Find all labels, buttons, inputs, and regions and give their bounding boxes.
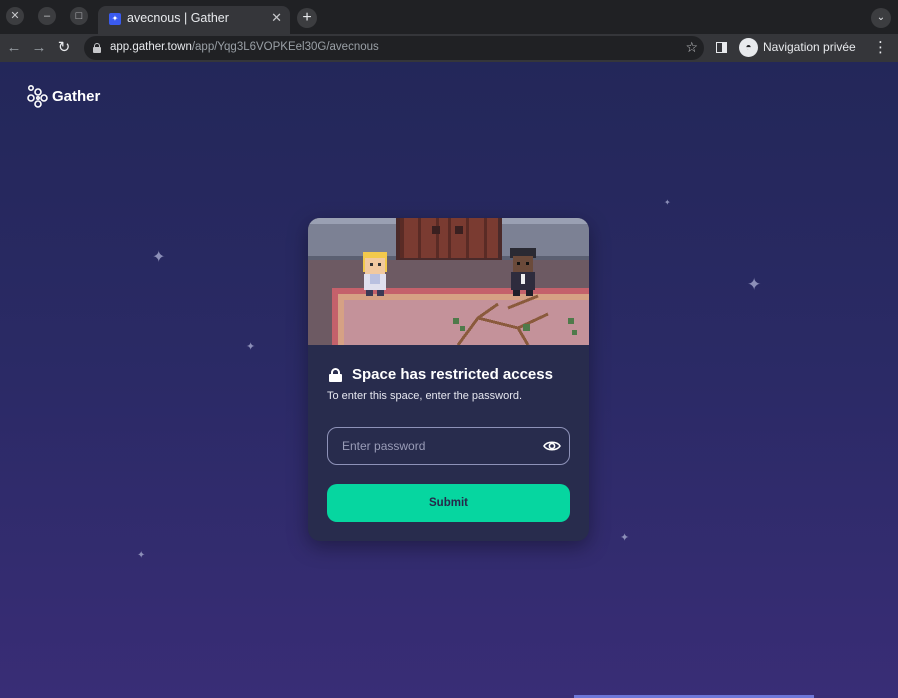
new-tab-button[interactable]: +	[297, 8, 317, 28]
restricted-access-card: Space has restricted access To enter thi…	[308, 218, 589, 541]
sparkle-icon: ✦	[152, 249, 166, 266]
lock-icon	[329, 367, 342, 382]
url-host: app.gather.town	[110, 41, 192, 53]
card-header: Space has restricted access	[329, 366, 553, 383]
menu-icon[interactable]: ⋮	[873, 38, 888, 58]
pixel-art-scene-image	[308, 218, 589, 345]
sparkle-icon: ✦	[747, 275, 762, 294]
password-input[interactable]	[342, 428, 537, 464]
submit-button[interactable]: Submit	[327, 484, 570, 522]
sparkle-icon: ✦	[137, 550, 146, 561]
url-text[interactable]: app.gather.town/app/Yqg3L6VOPKEel30G/ave…	[110, 41, 379, 53]
side-panel-icon[interactable]	[716, 42, 727, 53]
incognito-icon[interactable]: ◓	[739, 38, 758, 57]
window-minimize-button[interactable]: –	[38, 7, 56, 25]
profile-label[interactable]: Navigation privée	[763, 40, 856, 54]
card-title: Space has restricted access	[352, 366, 553, 383]
tab-title: avecnous | Gather	[127, 11, 229, 25]
window-maximize-button[interactable]: □	[70, 7, 88, 25]
sparkle-icon: ✦	[246, 341, 256, 353]
browser-toolbar: ← → ↻ app.gather.town/app/Yqg3L6VOPKEel3…	[0, 34, 898, 62]
gather-favicon-icon: ✦	[109, 13, 121, 25]
logo-text: Gather	[52, 87, 101, 105]
sparkle-icon: ✦	[620, 532, 630, 544]
page-background: Gather ✦ ✦ ✦ ✦ ✦ ✦ Space has restricted …	[0, 62, 898, 698]
gather-logo-icon	[27, 84, 48, 108]
tab-search-icon[interactable]: ⌄	[871, 8, 891, 28]
back-arrow-icon[interactable]: ←	[4, 38, 24, 58]
card-subtitle: To enter this space, enter the password.	[327, 390, 523, 402]
reload-icon[interactable]: ↻	[54, 38, 74, 58]
password-field[interactable]	[327, 427, 570, 465]
star-icon[interactable]: ☆	[685, 39, 698, 56]
forward-arrow-icon[interactable]: →	[29, 38, 49, 58]
sparkle-icon: ✦	[664, 198, 671, 207]
eye-icon[interactable]	[543, 438, 561, 454]
window-close-button[interactable]: ✕	[6, 7, 24, 25]
gather-logo[interactable]: Gather	[26, 82, 100, 110]
lock-icon[interactable]	[93, 43, 101, 53]
browser-tab[interactable]: ✦ avecnous | Gather ✕	[98, 6, 290, 34]
address-bar[interactable]: app.gather.town/app/Yqg3L6VOPKEel30G/ave…	[84, 36, 704, 60]
url-path: /app/Yqg3L6VOPKEel30G/avecnous	[191, 41, 379, 53]
tab-close-icon[interactable]: ✕	[271, 10, 282, 26]
browser-titlebar: ✕ – □ ✦ avecnous | Gather ✕ + ⌄	[0, 0, 898, 34]
